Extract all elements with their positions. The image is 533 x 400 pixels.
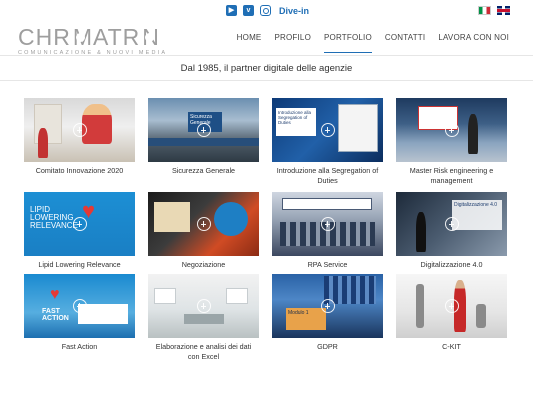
portfolio-caption: Digitalizzazione 4.0 [420, 260, 483, 269]
portfolio-card[interactable]: Negoziazione [148, 192, 259, 270]
expand-plus-icon [72, 123, 87, 137]
chromatron-logo[interactable]: CHRMATRN COMUNICAZIONE & NUOVI MEDIA [18, 24, 165, 56]
expand-plus-icon [320, 217, 335, 231]
language-switcher [478, 6, 510, 15]
expand-plus-icon [72, 217, 87, 231]
main-nav: HOME PROFILO PORTFOLIO CONTATTI LAVORA C… [237, 33, 509, 53]
portfolio-card[interactable]: LIPID LOWERING RELEVANCE ♥ Lipid Lowerin… [24, 192, 135, 270]
portfolio-card[interactable]: Introduzione alla Segregation of Duties … [272, 98, 383, 186]
presenter-figure [416, 212, 426, 252]
screen-panel [226, 288, 248, 304]
portfolio-card[interactable]: FAST ACTION ♥ Fast Action [24, 274, 135, 352]
desk-shape [148, 138, 259, 146]
thumb-title-panel: Introduzione alla Segregation of Duties [276, 108, 316, 136]
vimeo-icon[interactable]: v [243, 5, 254, 16]
portfolio-thumbnail[interactable] [148, 192, 259, 256]
portfolio-caption: Introduzione alla Segregation of Duties [276, 166, 379, 185]
portfolio-thumbnail[interactable]: Modulo 1 [272, 274, 383, 338]
portfolio-caption: Master Risk engineering e management [409, 166, 494, 185]
portfolio-card[interactable]: Elaborazione e analisi dei dati con Exce… [148, 274, 259, 362]
standing-figure [38, 128, 48, 158]
presenter-figure [82, 104, 112, 144]
portfolio-caption: GDPR [317, 342, 338, 351]
portfolio-thumbnail[interactable]: FAST ACTION ♥ [24, 274, 135, 338]
tagline-divider [0, 80, 533, 81]
social-links: ▶ v Dive-in [226, 5, 309, 16]
screen-panel [154, 288, 176, 304]
expand-plus-icon [196, 217, 211, 231]
portfolio-thumbnail[interactable]: Sicurezza Generale [148, 98, 259, 162]
portfolio-card[interactable]: Sicurezza Generale Sicurezza Generale [148, 98, 259, 176]
device-shape [476, 304, 486, 328]
portfolio-thumbnail[interactable] [24, 98, 135, 162]
portfolio-thumbnail[interactable]: Introduzione alla Segregation of Duties [272, 98, 383, 162]
portfolio-caption: Sicurezza Generale [171, 166, 236, 175]
nav-contatti[interactable]: CONTATTI [385, 33, 425, 53]
portfolio-card[interactable]: Comitato Innovazione 2020 [24, 98, 135, 176]
thumb-title-text: LIPID LOWERING RELEVANCE [30, 205, 78, 230]
portfolio-card[interactable]: RPA Service [272, 192, 383, 270]
portfolio-thumbnail[interactable] [148, 274, 259, 338]
italian-flag-icon[interactable] [478, 6, 491, 15]
portfolio-caption: Comitato Innovazione 2020 [35, 166, 124, 175]
expand-plus-icon [72, 299, 87, 313]
desk-shape [184, 314, 224, 324]
portfolio-caption: Fast Action [61, 342, 98, 351]
portfolio-thumbnail[interactable]: LIPID LOWERING RELEVANCE ♥ [24, 192, 135, 256]
nav-profilo[interactable]: PROFILO [274, 33, 311, 53]
divein-link[interactable]: Dive-in [279, 6, 309, 16]
portfolio-thumbnail[interactable] [396, 98, 507, 162]
portfolio-card[interactable]: Master Risk engineering e management [396, 98, 507, 186]
instagram-icon[interactable] [260, 5, 271, 16]
expand-plus-icon [444, 217, 459, 231]
expand-plus-icon [444, 299, 459, 313]
portfolio-card[interactable]: Modulo 1 GDPR [272, 274, 383, 352]
portfolio-caption: C-KIT [442, 342, 461, 351]
expand-plus-icon [196, 123, 211, 137]
page-tagline: Dal 1985, il partner digitale delle agen… [180, 63, 353, 74]
presenter-figure [468, 114, 478, 154]
portfolio-caption: RPA Service [307, 260, 348, 269]
cloud-badge-shape [214, 202, 248, 236]
youtube-icon[interactable]: ▶ [226, 5, 237, 16]
banner-panel [282, 198, 372, 210]
expand-plus-icon [444, 123, 459, 137]
expand-plus-icon [196, 299, 211, 313]
device-shape [416, 284, 424, 328]
document-shape [338, 104, 378, 152]
portfolio-thumbnail[interactable] [396, 274, 507, 338]
heart-icon: ♥ [82, 198, 96, 223]
nav-portfolio[interactable]: PORTFOLIO [324, 33, 372, 53]
portfolio-card[interactable]: C-KIT [396, 274, 507, 352]
nav-lavora-con-noi[interactable]: LAVORA CON NOI [438, 33, 509, 53]
english-flag-icon[interactable] [497, 6, 510, 15]
portfolio-caption: Elaborazione e analisi dei dati con Exce… [155, 342, 252, 361]
thumb-title-panel: Digitalizzazione 4.0 [452, 200, 502, 230]
header-divider [0, 55, 533, 56]
portfolio-caption: Lipid Lowering Relevance [38, 260, 121, 269]
portfolio-thumbnail[interactable]: Digitalizzazione 4.0 [396, 192, 507, 256]
thumb-title-panel: Modulo 1 [286, 308, 326, 330]
expand-plus-icon [320, 123, 335, 137]
expand-plus-icon [320, 299, 335, 313]
portfolio-caption: Negoziazione [181, 260, 226, 269]
nav-home[interactable]: HOME [237, 33, 262, 53]
book-shape [154, 202, 190, 232]
heart-icon: ♥ [50, 286, 60, 303]
top-bar: ▶ v Dive-in [0, 0, 533, 22]
portfolio-card[interactable]: Digitalizzazione 4.0 Digitalizzazione 4.… [396, 192, 507, 270]
thumb-title-text: FAST ACTION [42, 308, 69, 322]
portfolio-thumbnail[interactable] [272, 192, 383, 256]
logo-wordmark: CHRMATRN [18, 24, 159, 50]
